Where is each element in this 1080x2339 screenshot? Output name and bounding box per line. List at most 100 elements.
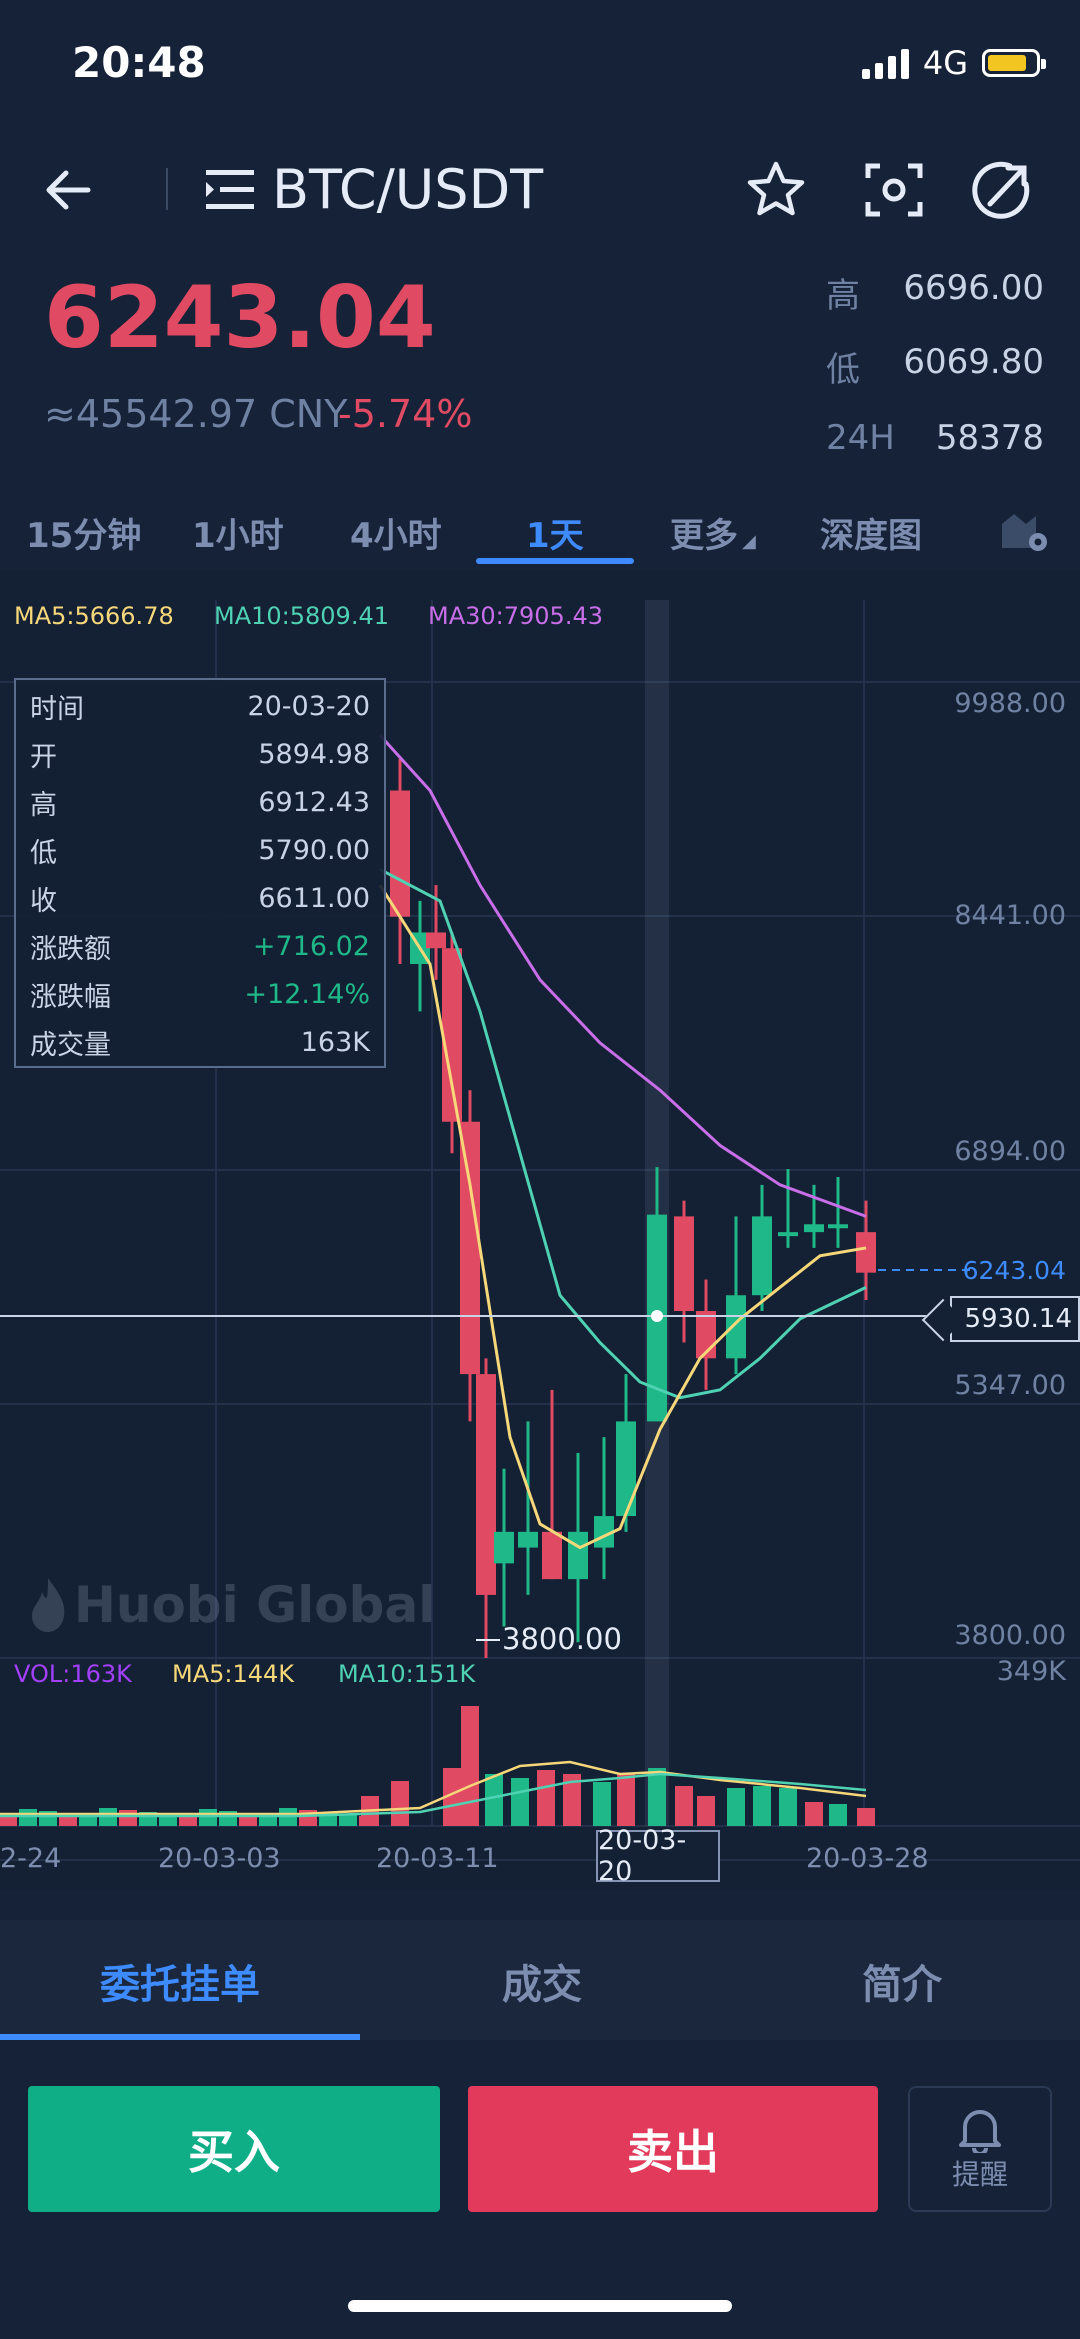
screenshot-icon[interactable] — [862, 158, 926, 222]
candle-body — [828, 1224, 848, 1229]
tooltip-label: 成交量 — [30, 1029, 111, 1061]
header-separator — [166, 168, 168, 210]
y-label-3: 6894.00 — [954, 1136, 1066, 1167]
alert-button[interactable]: 提醒 — [908, 2086, 1052, 2212]
tooltip-label: 低 — [30, 837, 57, 869]
star-icon[interactable] — [744, 158, 808, 222]
stat-24h-label: 24H — [826, 418, 895, 458]
tab-trades[interactable]: 成交 — [502, 1952, 582, 2010]
tab-depth[interactable]: 深度图 — [820, 508, 922, 557]
last-price: 6243.04 — [44, 268, 436, 368]
x-label-4: 20-03-28 — [806, 1843, 929, 1874]
tooltip-value: +12.14% — [244, 978, 370, 1010]
volume-bar — [19, 1809, 37, 1826]
y-label-2: 8441.00 — [954, 900, 1066, 931]
active-tab-underline — [476, 558, 634, 564]
x-label-2: 20-03-03 — [158, 1843, 281, 1874]
tab-more-label: 更多 — [670, 516, 738, 556]
volume-bar — [461, 1706, 479, 1826]
tooltip-row: 涨跌额 +716.02 — [30, 922, 370, 970]
candle-body — [856, 1232, 876, 1273]
triangle-icon: ◢ — [742, 531, 756, 552]
stat-high-label: 高 — [826, 276, 860, 316]
stat-low-value: 6069.80 — [903, 342, 1044, 382]
tooltip-value: +716.02 — [252, 930, 370, 962]
candle-body — [568, 1531, 588, 1580]
volume-bar — [727, 1788, 745, 1826]
status-indicators: 4G — [861, 44, 1046, 82]
tab-more[interactable]: 更多 ◢ — [670, 508, 756, 557]
watermark-text: Huobi Global — [74, 1576, 436, 1634]
buy-button[interactable]: 买入 — [28, 2086, 440, 2212]
candle-body — [542, 1531, 562, 1580]
candle-body — [778, 1232, 798, 1237]
bell-icon — [959, 2110, 1001, 2153]
tooltip-value: 5790.00 — [258, 834, 370, 866]
volume-bar — [593, 1782, 611, 1826]
candle-body — [518, 1531, 538, 1548]
volume-bar — [617, 1774, 635, 1826]
vol-ma10-legend: MA10:151K — [338, 1660, 476, 1688]
tab-15m[interactable]: 15分钟 — [26, 508, 141, 557]
tooltip-label: 涨跌幅 — [30, 981, 111, 1013]
tooltip-row: 开 5894.98 — [30, 730, 370, 778]
volume-bar — [199, 1809, 217, 1826]
period-tabs: 15分钟 1小时 4小时 1天 更多 ◢ 深度图 — [0, 496, 1080, 568]
tab-1h[interactable]: 1小时 — [192, 508, 284, 557]
ma30-legend: MA30:7905.43 — [428, 602, 603, 630]
candle-body — [494, 1531, 514, 1564]
sell-button[interactable]: 卖出 — [468, 2086, 878, 2212]
back-arrow-icon[interactable] — [40, 160, 100, 220]
x-label-3: 20-03-11 — [376, 1843, 499, 1874]
share-icon[interactable] — [970, 158, 1034, 222]
tooltip-row: 高 6912.43 — [30, 778, 370, 826]
tooltip-label: 时间 — [30, 693, 84, 725]
candle-body — [616, 1421, 636, 1517]
candle-body — [426, 932, 446, 949]
pair-list-icon[interactable] — [206, 168, 256, 212]
vol-max-label: 349K — [996, 1656, 1066, 1687]
y-label-4: 5347.00 — [954, 1370, 1066, 1401]
volume-bar — [648, 1768, 666, 1826]
min-price-label: 3800.00 — [502, 1622, 622, 1656]
candle-body — [726, 1295, 746, 1359]
tab-4h[interactable]: 4小时 — [350, 508, 442, 557]
pair-title[interactable]: BTC/USDT — [272, 158, 543, 221]
ma5-legend: MA5:5666.78 — [14, 602, 174, 630]
chart-settings-icon[interactable] — [1000, 508, 1050, 554]
volume-bar — [119, 1810, 137, 1826]
volume-bar — [179, 1816, 197, 1826]
signal-icon — [861, 47, 909, 79]
huobi-flame-icon — [32, 1578, 65, 1632]
tooltip-row: 时间 20-03-20 — [30, 682, 370, 730]
tooltip-value: 20-03-20 — [247, 690, 370, 722]
crosshair-price-tag: 5930.14 — [950, 1296, 1080, 1342]
ma10-legend: MA10:5809.41 — [214, 602, 389, 630]
candle-body — [674, 1216, 694, 1312]
volume-bar — [391, 1781, 409, 1826]
tab-intro[interactable]: 简介 — [862, 1952, 942, 2010]
tooltip-label: 高 — [30, 789, 57, 821]
last-price-marker: 6243.04 — [962, 1256, 1066, 1285]
price-change-percent: -5.74% — [338, 392, 473, 436]
tooltip-label: 收 — [30, 885, 57, 917]
volume-bar — [779, 1788, 797, 1826]
tab-1d[interactable]: 1天 — [526, 508, 584, 557]
watermark: Huobi Global — [28, 1576, 435, 1634]
tab-open-orders[interactable]: 委托挂单 — [100, 1952, 260, 2010]
bottom-tabs: 委托挂单 成交 简介 — [0, 1920, 1080, 2040]
y-label-5: 3800.00 — [954, 1620, 1066, 1651]
crosshair-price-value: 5930.14 — [964, 1304, 1072, 1334]
tooltip-value: 5894.98 — [258, 738, 370, 770]
volume-bar — [511, 1778, 529, 1826]
tooltip-value: 6611.00 — [258, 882, 370, 914]
volume-bar — [697, 1796, 715, 1826]
candle-body — [442, 948, 462, 1122]
y-label-1: 9988.00 — [954, 688, 1066, 719]
volume-bar — [857, 1808, 875, 1826]
tooltip-row: 成交量 163K — [30, 1018, 370, 1066]
volume-bar — [805, 1802, 823, 1826]
candle-body — [460, 1121, 480, 1375]
volume-bar — [485, 1774, 503, 1826]
home-indicator[interactable] — [348, 2300, 732, 2312]
